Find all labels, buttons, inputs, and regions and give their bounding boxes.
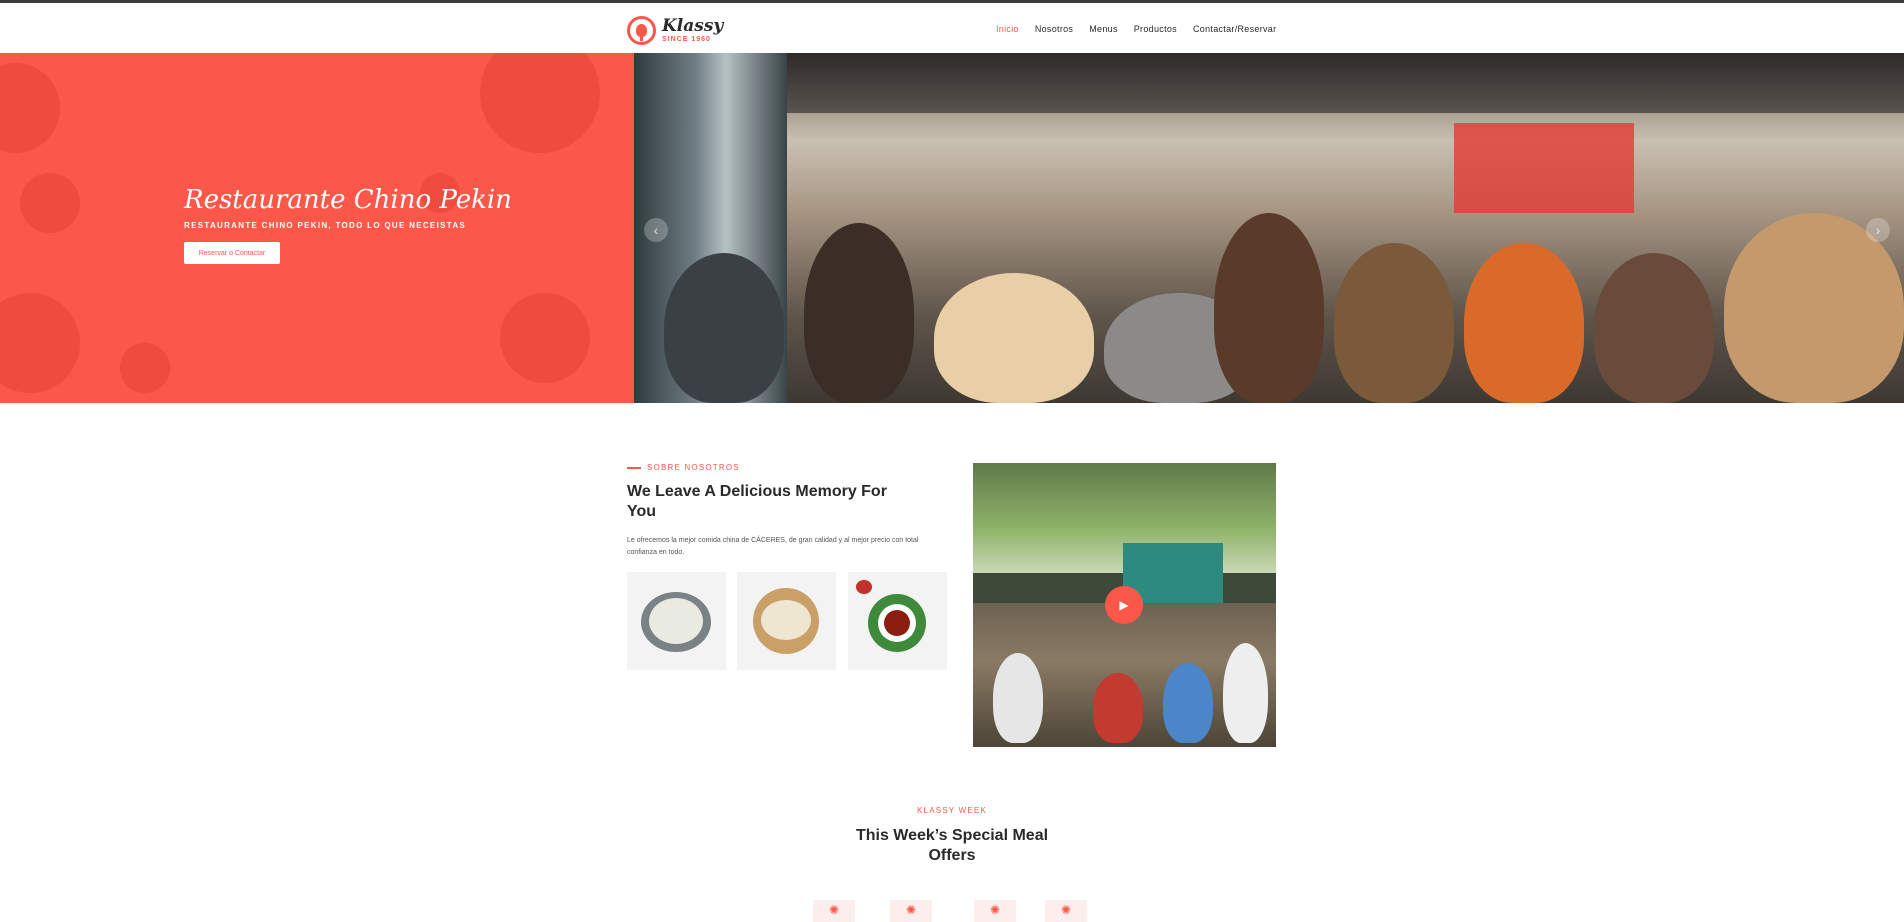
decor-fruit [0, 293, 80, 393]
reserve-button[interactable]: Reservar o Contactar [184, 242, 280, 264]
photo-person [804, 223, 914, 403]
photo-person [1093, 673, 1143, 743]
about-tag: SOBRE NOSOTROS [627, 463, 740, 472]
nav-item-productos[interactable]: Productos [1134, 24, 1177, 34]
decor-fruit [480, 53, 600, 153]
site-header: Klassy SINCE 1960 Inicio Nosotros Menus … [0, 3, 1904, 53]
next-slide-button[interactable]: › [1866, 218, 1890, 242]
brand-name: Klassy [662, 15, 724, 36]
dish-icon: ✺ [989, 903, 1001, 917]
hero-panel: Restaurante Chino Pekin RESTAURANTE CHIN… [0, 53, 634, 403]
tab-icon-1[interactable]: ✺ [813, 900, 855, 922]
thumb-dumplings-bowl[interactable] [627, 572, 726, 670]
hero-section: Restaurante Chino Pekin RESTAURANTE CHIN… [0, 53, 1904, 403]
dish-icon: ✺ [1060, 903, 1072, 917]
hero-title: Restaurante Chino Pekin [184, 185, 512, 215]
spoon-icon [627, 15, 656, 45]
tab-icon-3[interactable]: ✺ [974, 900, 1016, 922]
nav-item-inicio[interactable]: Inicio [996, 24, 1019, 34]
play-icon: ▶ [1119, 598, 1129, 612]
chevron-right-icon: › [1875, 222, 1881, 238]
photo-person [1464, 243, 1584, 403]
main-nav: Inicio Nosotros Menus Productos Contacta… [996, 24, 1292, 34]
photo-person [1214, 213, 1324, 403]
dish-icon: ✺ [905, 903, 917, 917]
decor-fruit [120, 343, 170, 393]
thumb-dumplings-plate[interactable] [737, 572, 836, 670]
week-tag: KLASSY WEEK [917, 806, 987, 815]
nav-item-nosotros[interactable]: Nosotros [1035, 24, 1073, 34]
photo-person [1594, 253, 1714, 403]
photo-person [664, 253, 784, 403]
brand-logo[interactable]: Klassy SINCE 1960 [627, 14, 727, 46]
decor-fruit [500, 293, 590, 383]
decor-fruit [20, 173, 80, 233]
photo-person [1334, 243, 1454, 403]
decor-fruit [0, 63, 60, 153]
about-tag-label: SOBRE NOSOTROS [647, 463, 740, 472]
nav-item-contactar[interactable]: Contactar/Reservar [1193, 24, 1276, 34]
video-thumbnail[interactable]: ▶ [973, 463, 1276, 747]
photo-person [934, 273, 1094, 403]
dish-icon: ✺ [828, 903, 840, 917]
tab-icon-4[interactable]: ✺ [1045, 900, 1087, 922]
brand-since: SINCE 1960 [662, 35, 711, 43]
hero-subtitle: RESTAURANTE CHINO PEKIN, TODO LO QUE NEC… [184, 221, 467, 230]
week-title: This Week’s Special Meal Offers [855, 827, 1049, 864]
about-title: We Leave A Delicious Memory For You [627, 483, 887, 520]
photo-canopy [787, 53, 1904, 113]
thumb-tea-cup[interactable] [848, 572, 947, 670]
photo-person [1163, 663, 1213, 743]
nav-item-menus[interactable]: Menus [1089, 24, 1118, 34]
photo-person [993, 653, 1043, 743]
prev-slide-button[interactable]: ‹ [644, 218, 668, 242]
play-button[interactable]: ▶ [1105, 586, 1143, 624]
tab-icon-2[interactable]: ✺ [890, 900, 932, 922]
about-text: Le ofrecemos la mejor comida china de CÁ… [627, 537, 919, 556]
photo-person [1223, 643, 1268, 743]
chevron-left-icon: ‹ [653, 222, 659, 238]
hero-photo: ‹ › [634, 53, 1904, 403]
photo-wall [1454, 123, 1634, 213]
